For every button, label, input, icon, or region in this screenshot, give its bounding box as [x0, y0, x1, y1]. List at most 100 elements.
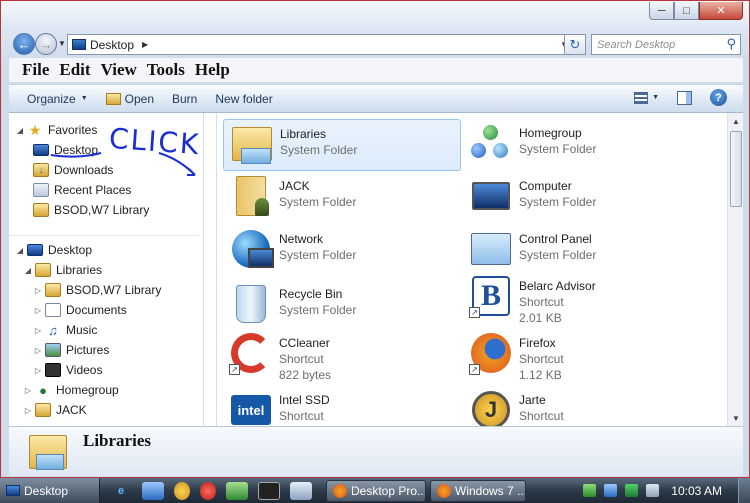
favorites-header[interactable]: ◢ ★ Favorites — [15, 121, 97, 139]
tree-item-libraries[interactable]: ◢ Libraries — [23, 261, 102, 279]
expand-arrow-icon[interactable]: ▷ — [33, 346, 43, 355]
show-desktop-button[interactable] — [738, 478, 750, 503]
help-icon[interactable]: ? — [710, 89, 727, 106]
organize-button[interactable]: Organize ▼ — [27, 92, 88, 106]
search-input[interactable]: Search Desktop ⚲ — [591, 34, 741, 55]
open-label: Open — [124, 91, 154, 106]
expand-arrow-icon[interactable]: ◢ — [15, 246, 25, 255]
tree-item-homegroup[interactable]: ▷ ● Homegroup — [23, 381, 119, 399]
file-tile-recycle-bin[interactable]: Recycle Bin System Folder — [223, 280, 461, 332]
file-tile-jack[interactable]: JACK System Folder — [223, 172, 461, 224]
taskbar-task-windows-7[interactable]: Windows 7 ... — [430, 479, 526, 502]
tree-item-desktop[interactable]: ◢ Desktop — [15, 241, 92, 259]
tree-item-jack[interactable]: ▷ JACK — [23, 401, 87, 419]
file-tile-homegroup[interactable]: Homegroup System Folder — [463, 119, 701, 171]
expand-arrow-icon[interactable]: ▷ — [33, 286, 43, 295]
scroll-down-icon[interactable]: ▼ — [728, 410, 744, 426]
expand-arrow-icon[interactable]: ▷ — [23, 386, 33, 395]
new-folder-button[interactable]: New folder — [215, 92, 272, 106]
tree-item-label: Libraries — [56, 263, 103, 277]
quick-launch-app-icon[interactable] — [142, 481, 164, 500]
internet-explorer-icon[interactable]: e — [110, 482, 132, 500]
favorites-item-bsod-library[interactable]: BSOD,W7 Library — [33, 201, 149, 219]
expand-arrow-icon[interactable]: ▷ — [33, 326, 43, 335]
recycle-bin-icon — [229, 282, 273, 326]
pane-splitter[interactable] — [204, 113, 217, 426]
tree-item-bsod-library[interactable]: ▷ BSOD,W7 Library — [33, 281, 161, 299]
details-pane: Libraries — [9, 426, 743, 476]
security-tray-icon[interactable] — [625, 484, 639, 497]
taskbar-task-desktop-pro[interactable]: Desktop Pro... — [326, 479, 426, 502]
clock[interactable]: 10:03 AM — [671, 484, 722, 498]
desktop-icon — [72, 39, 86, 50]
favorites-item-desktop[interactable]: Desktop — [33, 141, 98, 159]
maximize-button[interactable]: □ — [674, 2, 699, 20]
command-prompt-icon[interactable] — [258, 481, 280, 500]
task-manager-icon[interactable] — [226, 481, 248, 500]
tree-item-documents[interactable]: ▷ Documents — [33, 301, 127, 319]
file-tile-intel-ssd[interactable]: intel Intel SSD Shortcut — [223, 386, 461, 426]
volume-icon[interactable] — [646, 484, 660, 497]
nav-divider — [9, 235, 199, 236]
expand-arrow-icon[interactable]: ◢ — [23, 266, 33, 275]
file-type: Shortcut — [519, 409, 564, 423]
tree-item-music[interactable]: ▷ ♫ Music — [33, 321, 97, 339]
scroll-up-icon[interactable]: ▲ — [728, 113, 744, 129]
preview-pane-icon[interactable] — [677, 90, 692, 105]
burn-button[interactable]: Burn — [172, 92, 197, 106]
app-quick-icon[interactable] — [200, 481, 216, 500]
expand-arrow-icon[interactable]: ▷ — [33, 306, 43, 315]
file-type: System Folder — [279, 195, 357, 209]
expand-arrow-icon[interactable]: ◢ — [15, 126, 25, 135]
network-tray-icon[interactable] — [604, 484, 618, 497]
expand-arrow-icon[interactable]: ▷ — [33, 366, 43, 375]
address-bar[interactable]: Desktop ▶ ▼ — [67, 34, 573, 55]
menu-file[interactable]: File — [22, 60, 49, 80]
favorites-item-recent-places[interactable]: Recent Places — [33, 181, 131, 199]
new-folder-label: New folder — [215, 91, 273, 106]
file-name: Control Panel — [519, 232, 592, 246]
tree-item-videos[interactable]: ▷ Videos — [33, 361, 102, 379]
minimize-button[interactable]: ─ — [649, 2, 674, 20]
favorites-item-downloads[interactable]: ↓ Downloads — [33, 161, 113, 179]
favorites-item-label: Recent Places — [54, 183, 132, 197]
tree-item-label: BSOD,W7 Library — [66, 283, 162, 297]
open-button[interactable]: Open — [105, 91, 154, 106]
search-icon[interactable]: ⚲ — [726, 36, 736, 52]
tree-item-pictures[interactable]: ▷ Pictures — [33, 341, 109, 359]
chevron-down-icon: ▼ — [80, 95, 88, 102]
file-tile-network[interactable]: Network System Folder — [223, 225, 461, 277]
organize-label: Organize — [27, 91, 76, 106]
favorites-item-label: Desktop — [54, 143, 99, 157]
file-tile-libraries[interactable]: Libraries System Folder — [223, 119, 461, 171]
file-tile-ccleaner[interactable]: ↗ CCleaner Shortcut 822 bytes — [223, 329, 461, 387]
file-tile-computer[interactable]: Computer System Folder — [463, 172, 701, 224]
taskbar-desktop-button[interactable]: Desktop — [0, 478, 100, 503]
recent-pages-dropdown[interactable]: ▼ — [58, 39, 66, 48]
menu-tools[interactable]: Tools — [147, 60, 185, 80]
safely-remove-icon[interactable] — [583, 484, 597, 497]
back-button[interactable]: ← — [13, 33, 35, 55]
close-button[interactable]: ✕ — [699, 2, 743, 20]
file-type: Shortcut — [519, 352, 564, 366]
jarte-quick-icon[interactable] — [174, 481, 190, 500]
file-tile-firefox[interactable]: ↗ Firefox Shortcut 1.12 KB — [463, 329, 701, 387]
scroll-thumb[interactable] — [730, 131, 742, 207]
file-tile-belarc-advisor[interactable]: B ↗ Belarc Advisor Shortcut 2.01 KB — [463, 272, 701, 330]
file-tile-control-panel[interactable]: Control Panel System Folder — [463, 225, 701, 277]
address-path[interactable]: Desktop — [90, 38, 134, 52]
tree-item-label: Pictures — [66, 343, 110, 357]
forward-button[interactable]: → — [35, 33, 57, 55]
breadcrumb-arrow-icon[interactable]: ▶ — [142, 40, 148, 49]
menu-help[interactable]: Help — [195, 60, 230, 80]
utility-quick-icon[interactable] — [290, 481, 312, 500]
file-list-scrollbar[interactable]: ▲ ▼ — [727, 113, 743, 426]
view-dropdown-icon[interactable]: ▼ — [652, 94, 659, 101]
refresh-button[interactable]: ↻ — [564, 34, 586, 55]
menu-view[interactable]: View — [101, 60, 137, 80]
view-controls: ▼ ? — [634, 89, 727, 106]
change-view-icon[interactable] — [634, 91, 649, 104]
file-tile-jarte[interactable]: J Jarte Shortcut — [463, 386, 701, 426]
expand-arrow-icon[interactable]: ▷ — [23, 406, 33, 415]
menu-edit[interactable]: Edit — [59, 60, 90, 80]
